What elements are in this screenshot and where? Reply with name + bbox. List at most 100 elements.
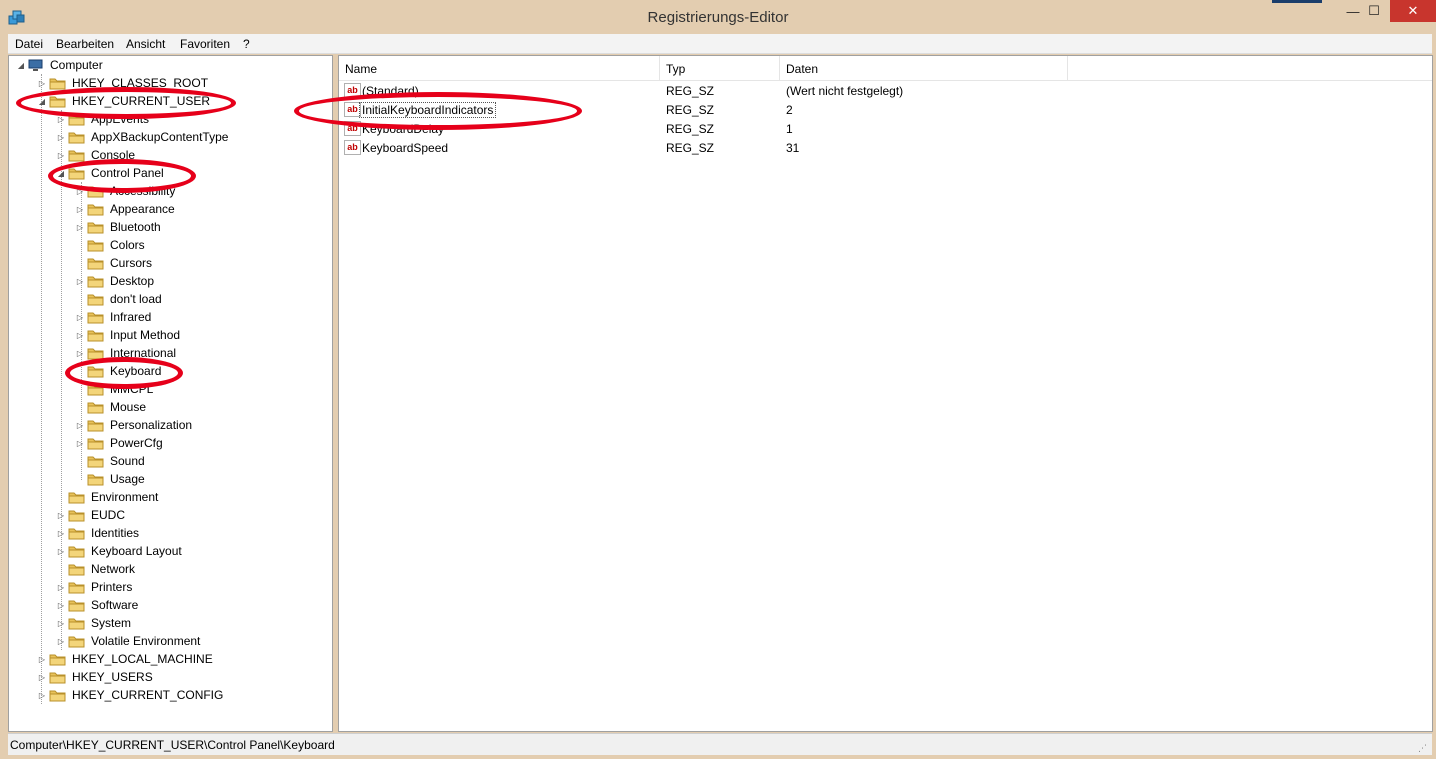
expand-arrow-icon[interactable]: ▷ [57, 619, 65, 628]
expand-arrow-icon[interactable]: ▷ [57, 637, 65, 646]
tree-node-control-panel-child[interactable]: ▷ Bluetooth [76, 218, 163, 236]
tree-node-hkey-current-config[interactable]: ▷ HKEY_CURRENT_CONFIG [38, 686, 225, 704]
tree-node-hkcu-child[interactable]: ▷ AppXBackupContentType [57, 128, 230, 146]
folder-icon [68, 150, 85, 161]
menu-help[interactable]: ? [243, 37, 250, 51]
tree-node-control-panel-child[interactable]: ▷ International [76, 344, 178, 362]
tree-node-control-panel-child[interactable]: MMCPL [76, 380, 155, 398]
menu-bearbeiten[interactable]: Bearbeiten [56, 37, 114, 51]
tree-node-hkey-current-user[interactable]: ◢ HKEY_CURRENT_USER [38, 92, 212, 110]
expand-arrow-icon[interactable]: ▷ [57, 133, 65, 142]
menu-favoriten[interactable]: Favoriten [180, 37, 230, 51]
tree-node-control-panel-child[interactable]: ▷ Appearance [76, 200, 177, 218]
collapse-arrow-icon[interactable]: ◢ [38, 97, 46, 106]
expand-arrow-icon[interactable]: ▷ [76, 277, 84, 286]
tree-node-hkey-local-machine[interactable]: ▷ HKEY_LOCAL_MACHINE [38, 650, 215, 668]
tree-node-hkcu-child[interactable]: ▷ Printers [57, 578, 134, 596]
tree-label: Cursors [110, 256, 153, 270]
maximize-button[interactable]: ☐ [1360, 0, 1388, 22]
folder-icon [87, 420, 104, 431]
menu-ansicht[interactable]: Ansicht [126, 37, 165, 51]
tree-node-control-panel-child[interactable]: Usage [76, 470, 147, 488]
folder-icon [68, 618, 85, 629]
tree-node-hkcu-child[interactable]: ▷ AppEvents [57, 110, 151, 128]
folder-icon [87, 474, 104, 485]
tree-node-control-panel-child[interactable]: ▷ PowerCfg [76, 434, 165, 452]
tree-node-control-panel-child[interactable]: ▷ Desktop [76, 272, 156, 290]
expand-arrow-icon[interactable]: ▷ [76, 223, 84, 232]
expand-arrow-icon[interactable]: ▷ [57, 151, 65, 160]
tree-node-control-panel-child[interactable]: Cursors [76, 254, 154, 272]
tree-node-control-panel-child[interactable]: Sound [76, 452, 147, 470]
tree-node-hkey-users[interactable]: ▷ HKEY_USERS [38, 668, 155, 686]
expand-arrow-icon[interactable]: ▷ [76, 331, 84, 340]
expand-arrow-icon[interactable]: ▷ [57, 529, 65, 538]
tree-node-control-panel-child[interactable]: Keyboard [76, 362, 163, 380]
values-list[interactable]: Name Typ Daten ab (Standard) REG_SZ (Wer… [338, 55, 1433, 732]
tree-label: HKEY_CURRENT_CONFIG [72, 688, 224, 702]
tree-node-control-panel-child[interactable]: Mouse [76, 398, 148, 416]
value-row[interactable]: ab (Standard) REG_SZ (Wert nicht festgel… [339, 81, 1432, 100]
expand-arrow-icon[interactable]: ▷ [76, 439, 84, 448]
expand-arrow-icon[interactable]: ▷ [76, 421, 84, 430]
tree-node-control-panel-child[interactable]: don't load [76, 290, 164, 308]
close-button[interactable]: ✕ [1390, 0, 1436, 22]
expand-arrow-icon[interactable]: ▷ [57, 115, 65, 124]
tree-node-hkcu-child[interactable]: Environment [57, 488, 160, 506]
collapse-arrow-icon[interactable]: ◢ [57, 169, 65, 178]
folder-icon [87, 366, 104, 377]
expand-arrow-icon[interactable]: ▷ [38, 79, 46, 88]
tree-node-control-panel-child[interactable]: ▷ Input Method [76, 326, 182, 344]
tree-node-hkcu-child[interactable]: ▷ EUDC [57, 506, 127, 524]
folder-icon [68, 546, 85, 557]
tree-node-control-panel-child[interactable]: ▷ Accessibility [76, 182, 177, 200]
expand-arrow-icon[interactable]: ▷ [38, 655, 46, 664]
expand-arrow-icon[interactable]: ▷ [38, 691, 46, 700]
folder-icon [68, 636, 85, 647]
registry-tree[interactable]: ◢ Computer ▷ HKEY_CLASSES_ROOT ◢ HKEY_CURRE… [8, 55, 333, 732]
expand-arrow-icon[interactable]: ▷ [57, 547, 65, 556]
expand-arrow-icon[interactable]: ▷ [76, 205, 84, 214]
tree-node-control-panel-child[interactable]: Colors [76, 236, 147, 254]
column-divider[interactable] [779, 56, 780, 80]
column-divider[interactable] [1067, 56, 1068, 80]
column-header-data[interactable]: Daten [786, 62, 818, 76]
value-row[interactable]: ab InitialKeyboardIndicators REG_SZ 2 [339, 100, 1432, 119]
value-name: KeyboardDelay [362, 122, 445, 136]
expand-arrow-icon[interactable]: ▷ [57, 583, 65, 592]
tree-node-hkey-classes-root[interactable]: ▷ HKEY_CLASSES_ROOT [38, 74, 210, 92]
value-row[interactable]: ab KeyboardSpeed REG_SZ 31 [339, 138, 1432, 157]
status-path: Computer\HKEY_CURRENT_USER\Control Panel… [10, 738, 335, 752]
folder-icon [49, 654, 66, 665]
tree-label: International [110, 346, 177, 360]
tree-node-hkcu-child[interactable]: Network [57, 560, 137, 578]
tree-node-hkcu-child[interactable]: ▷ Software [57, 596, 140, 614]
collapse-arrow-icon[interactable]: ◢ [17, 61, 25, 70]
tree-node-hkcu-child[interactable]: ▷ Keyboard Layout [57, 542, 184, 560]
tree-node-hkcu-child[interactable]: ▷ Volatile Environment [57, 632, 202, 650]
tree-node-hkcu-child[interactable]: ▷ Console [57, 146, 137, 164]
tree-node-hkcu-child[interactable]: ◢ Control Panel [57, 164, 166, 182]
expand-arrow-icon[interactable]: ▷ [57, 511, 65, 520]
folder-icon [87, 384, 104, 395]
tree-node-control-panel-child[interactable]: ▷ Infrared [76, 308, 153, 326]
expand-arrow-icon[interactable]: ▷ [76, 187, 84, 196]
expand-arrow-icon[interactable]: ▷ [76, 349, 84, 358]
tree-label: MMCPL [110, 382, 154, 396]
resize-grip-icon[interactable]: ⋰ [1418, 743, 1428, 753]
tree-label: HKEY_LOCAL_MACHINE [72, 652, 213, 666]
column-header-name[interactable]: Name [345, 62, 377, 76]
menu-datei[interactable]: Datei [15, 37, 43, 51]
expand-arrow-icon[interactable]: ▷ [38, 673, 46, 682]
tree-label: System [91, 616, 132, 630]
tree-node-computer[interactable]: ◢ Computer [17, 56, 105, 74]
column-header-type[interactable]: Typ [666, 62, 685, 76]
expand-arrow-icon[interactable]: ▷ [76, 313, 84, 322]
value-row[interactable]: ab KeyboardDelay REG_SZ 1 [339, 119, 1432, 138]
tree-node-control-panel-child[interactable]: ▷ Personalization [76, 416, 194, 434]
value-data: 2 [786, 103, 793, 117]
expand-arrow-icon[interactable]: ▷ [57, 601, 65, 610]
tree-node-hkcu-child[interactable]: ▷ System [57, 614, 133, 632]
column-divider[interactable] [659, 56, 660, 80]
tree-node-hkcu-child[interactable]: ▷ Identities [57, 524, 141, 542]
